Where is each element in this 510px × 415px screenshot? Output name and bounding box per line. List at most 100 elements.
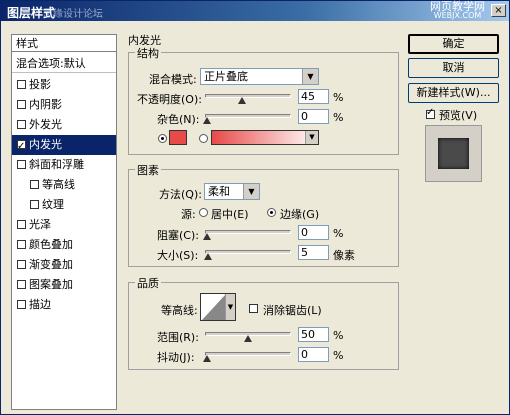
style-item[interactable]: 光泽	[12, 215, 116, 235]
opacity-slider[interactable]	[205, 94, 291, 98]
style-item-checkbox[interactable]	[30, 179, 39, 189]
watermark-text: 思缘设计论坛	[43, 9, 103, 20]
style-item-checkbox[interactable]	[17, 279, 26, 289]
source-center-radio[interactable]	[199, 208, 208, 217]
opacity-input[interactable]: 45	[298, 89, 329, 104]
preview-label[interactable]: 预览(V)	[439, 107, 477, 123]
style-item-checkbox[interactable]	[30, 199, 39, 209]
range-unit: %	[333, 329, 344, 342]
style-item[interactable]: 描边	[12, 295, 116, 315]
contour-label: 等高线:	[161, 304, 198, 317]
glow-color-swatch[interactable]	[169, 130, 187, 145]
style-item[interactable]: 颜色叠加	[12, 235, 116, 255]
choke-input[interactable]: 0	[298, 225, 329, 240]
source-label: 源:	[181, 208, 196, 221]
style-list: 样式 混合选项:默认 投影内阴影外发光内发光斜面和浮雕等高线纹理光泽颜色叠加渐变…	[11, 34, 117, 410]
style-item-checkbox[interactable]	[17, 239, 26, 249]
blend-mode-label: 混合模式:	[149, 73, 197, 86]
method-select[interactable]: 柔和 ▼	[204, 183, 260, 200]
range-slider-thumb[interactable]	[244, 335, 252, 342]
style-item-label: 等高线	[42, 178, 75, 191]
jitter-label: 抖动(J):	[157, 351, 195, 364]
size-unit: 像素	[333, 249, 355, 262]
size-input[interactable]: 5	[298, 245, 329, 260]
style-item[interactable]: 外发光	[12, 115, 116, 135]
style-item-checkbox[interactable]	[17, 219, 26, 229]
style-item[interactable]: 纹理	[12, 195, 116, 215]
site-logo: 网页教学网 WEBJX.COM	[430, 1, 485, 20]
style-item[interactable]: 渐变叠加	[12, 255, 116, 275]
chevron-down-icon: ▼	[305, 131, 318, 144]
choke-slider-thumb[interactable]	[203, 233, 211, 240]
gradient-picker[interactable]: ▼	[211, 130, 319, 145]
style-item-label: 纹理	[42, 198, 64, 211]
antialias-checkbox[interactable]	[249, 304, 258, 313]
style-item-label: 描边	[29, 298, 51, 311]
style-item[interactable]: 等高线	[12, 175, 116, 195]
cancel-button[interactable]: 取消	[408, 58, 499, 78]
style-item[interactable]: 斜面和浮雕	[12, 155, 116, 175]
blending-options-item[interactable]: 混合选项:默认	[12, 55, 116, 73]
contour-picker[interactable]: ▼	[200, 293, 236, 321]
size-slider[interactable]	[205, 250, 291, 254]
style-item-label: 渐变叠加	[29, 258, 73, 271]
elements-title: 图素	[135, 162, 161, 178]
style-item-checkbox[interactable]	[17, 299, 26, 309]
layer-style-dialog: 图层样式 思缘设计论坛 网页教学网 WEBJX.COM × 样式 混合选项:默认…	[0, 0, 510, 415]
source-edge-label[interactable]: 边缘(G)	[280, 206, 319, 222]
opacity-unit: %	[333, 91, 344, 104]
preview-swatch	[438, 138, 469, 169]
close-button[interactable]: ×	[491, 4, 506, 17]
contour-linear-icon	[202, 294, 226, 320]
size-slider-thumb[interactable]	[204, 253, 212, 260]
style-item-label: 外发光	[29, 118, 62, 131]
noise-input[interactable]: 0	[298, 109, 329, 124]
choke-slider[interactable]	[205, 230, 291, 234]
style-item-checkbox[interactable]	[17, 119, 26, 129]
style-item[interactable]: 内阴影	[12, 95, 116, 115]
ok-button[interactable]: 确定	[408, 34, 499, 54]
title-bar: 图层样式 思缘设计论坛 网页教学网 WEBJX.COM ×	[1, 1, 509, 21]
solid-color-radio[interactable]	[158, 134, 167, 143]
style-item-label: 内发光	[29, 138, 62, 151]
style-item-checkbox[interactable]	[17, 79, 26, 89]
source-edge-radio[interactable]	[267, 208, 276, 217]
method-label: 方法(Q):	[159, 188, 202, 201]
choke-unit: %	[333, 227, 344, 240]
noise-slider[interactable]	[205, 114, 291, 118]
style-item-label: 斜面和浮雕	[29, 158, 84, 171]
noise-slider-thumb[interactable]	[203, 117, 211, 124]
opacity-slider-thumb[interactable]	[238, 97, 246, 104]
antialias-label[interactable]: 消除锯齿(L)	[263, 302, 322, 318]
blend-mode-select[interactable]: 正片叠底 ▼	[200, 68, 319, 85]
chevron-down-icon: ▼	[225, 294, 235, 320]
range-label: 范围(R):	[157, 331, 199, 344]
style-item[interactable]: 图案叠加	[12, 275, 116, 295]
opacity-label: 不透明度(O):	[137, 93, 202, 106]
jitter-input[interactable]: 0	[298, 347, 329, 362]
jitter-slider-thumb[interactable]	[203, 355, 211, 362]
style-item[interactable]: 内发光	[12, 135, 116, 157]
choke-label: 阻塞(C):	[157, 229, 199, 242]
style-item-checkbox[interactable]	[17, 137, 26, 157]
blend-mode-value: 正片叠底	[204, 70, 248, 83]
quality-title: 品质	[135, 275, 161, 291]
preview-checkbox[interactable]	[426, 107, 435, 119]
jitter-slider[interactable]	[205, 352, 291, 356]
style-item-label: 光泽	[29, 218, 51, 231]
range-input[interactable]: 50	[298, 327, 329, 342]
gradient-radio[interactable]	[199, 134, 208, 143]
source-center-label[interactable]: 居中(E)	[211, 206, 249, 222]
noise-label: 杂色(N):	[157, 113, 200, 126]
style-item-label: 内阴影	[29, 98, 62, 111]
size-label: 大小(S):	[157, 249, 199, 262]
noise-unit: %	[333, 111, 344, 124]
style-item-checkbox[interactable]	[17, 259, 26, 269]
style-item-checkbox[interactable]	[17, 159, 26, 169]
styles-header[interactable]: 样式	[12, 35, 116, 52]
style-item[interactable]: 投影	[12, 75, 116, 95]
new-style-button[interactable]: 新建样式(W)...	[408, 83, 499, 103]
style-item-checkbox[interactable]	[17, 99, 26, 109]
chevron-down-icon: ▼	[302, 69, 318, 84]
structure-title: 结构	[135, 45, 161, 61]
